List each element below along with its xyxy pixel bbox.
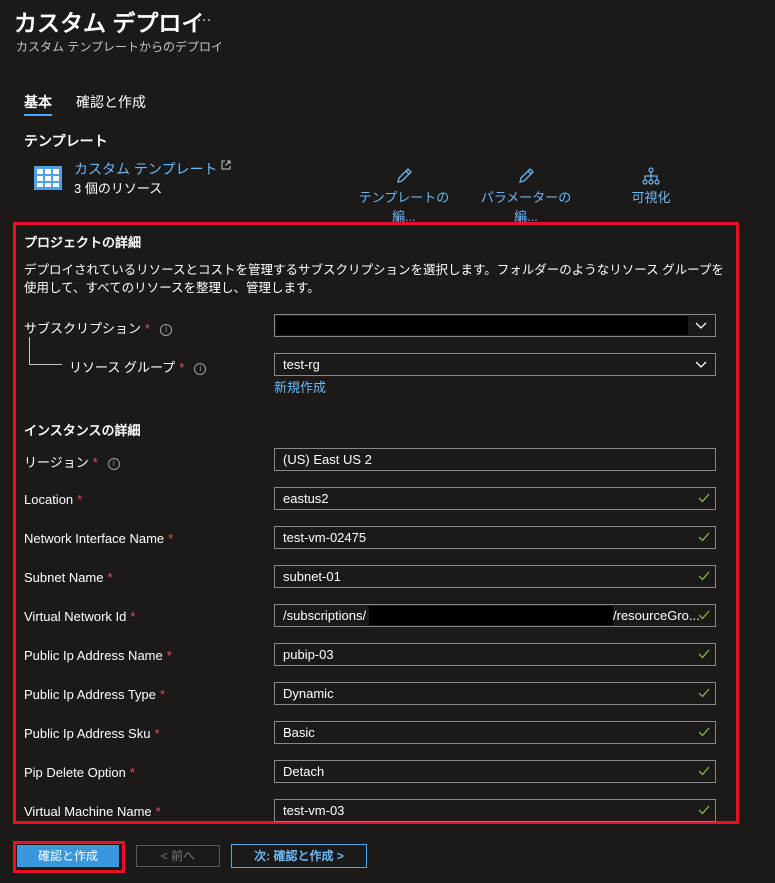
required-mark: * [92,455,98,470]
template-link[interactable]: カスタム テンプレート [74,159,231,179]
chevron-down-icon [695,361,707,368]
virtual-machine-name-field[interactable]: test-vm-03 [274,799,716,822]
pip-delete-option-field[interactable]: Detach [274,760,716,783]
tree-connector [29,337,30,364]
subscription-label: サブスクリプション * i [24,318,173,337]
pip-delete-option-label: Pip Delete Option * [24,765,135,780]
region-field[interactable]: (US) East US 2 [274,448,716,471]
template-icon [34,166,62,190]
more-options-icon[interactable]: … [196,8,213,26]
network-interface-name-field[interactable]: test-vm-02475 [274,526,716,549]
subnet-name-field[interactable]: subnet-01 [274,565,716,588]
visualize-label: 可視化 [631,190,671,205]
checkmark-icon [698,532,710,542]
redacted-value [276,316,688,335]
checkmark-icon [698,493,710,503]
public-ip-address-name-field[interactable]: pubip-03 [274,643,716,666]
region-label: リージョン * i [24,452,120,471]
virtual-machine-name-label: Virtual Machine Name * [24,804,161,819]
required-mark: * [130,609,136,624]
create-new-link[interactable]: 新規作成 [274,377,326,396]
location-label: Location * [24,492,83,507]
edit-template-button[interactable]: テンプレートの編... [356,167,452,225]
project-details-heading: プロジェクトの詳細 [24,235,142,250]
pencil-icon [397,168,412,183]
redacted-value [369,606,613,625]
resource-group-select[interactable]: test-rg [274,353,716,376]
hierarchy-icon [642,167,660,185]
network-interface-name-label: Network Interface Name * [24,531,174,546]
tree-connector [29,364,62,365]
edit-parameters-button[interactable]: パラメーターの編... [478,167,574,225]
chevron-down-icon [695,322,707,329]
checkmark-icon [698,649,710,659]
tab-basics[interactable]: 基本 [24,92,52,112]
template-name[interactable]: カスタム テンプレート [74,161,217,177]
checkmark-icon [698,766,710,776]
review-create-button[interactable]: 確認と作成 [17,845,119,867]
location-field[interactable]: eastus2 [274,487,716,510]
virtual-network-id-label: Virtual Network Id * [24,609,136,624]
info-icon[interactable]: i [194,363,207,375]
template-heading: テンプレート [24,133,108,149]
page-title: カスタム デプロイ [14,10,205,36]
instance-details-heading: インスタンスの詳細 [24,423,141,438]
previous-button[interactable]: < 前へ [136,845,220,867]
required-mark: * [166,648,172,663]
external-link-icon [221,160,231,170]
edit-template-label: テンプレートの編... [358,190,450,224]
checkmark-icon [698,610,710,620]
active-tab-indicator [24,114,52,116]
public-ip-address-sku-label: Public Ip Address Sku * [24,726,160,741]
required-mark: * [160,687,166,702]
public-ip-address-type-label: Public Ip Address Type * [24,687,166,702]
info-icon[interactable]: i [160,324,173,336]
required-mark: * [107,570,113,585]
resource-group-label: リソース グループ * i [69,357,207,376]
required-mark: * [179,360,185,375]
virtual-network-id-suffix: /resourceGro... [613,608,700,623]
template-resource-count: 3 個のリソース [74,181,163,196]
public-ip-address-type-field[interactable]: Dynamic [274,682,716,705]
page-subtitle: カスタム テンプレートからのデプロイ [16,40,223,54]
virtual-network-id-field[interactable]: /subscriptions/ /resourceGro... [274,604,716,627]
info-icon[interactable]: i [107,458,120,470]
edit-parameters-label: パラメーターの編... [480,190,572,224]
subnet-name-label: Subnet Name * [24,570,113,585]
next-review-create-button[interactable]: 次: 確認と作成 > [231,844,367,868]
subscription-select[interactable] [274,314,716,337]
required-mark: * [129,765,135,780]
required-mark: * [168,531,174,546]
required-mark: * [155,804,161,819]
project-description: デプロイされているリソースとコストを管理するサブスクリプションを選択します。フォ… [24,263,724,295]
public-ip-address-sku-field[interactable]: Basic [274,721,716,744]
tab-review-create[interactable]: 確認と作成 [76,92,146,112]
required-mark: * [77,492,83,507]
checkmark-icon [698,688,710,698]
required-mark: * [145,321,151,336]
checkmark-icon [698,571,710,581]
checkmark-icon [698,805,710,815]
pencil-icon [519,168,534,183]
checkmark-icon [698,727,710,737]
visualize-button[interactable]: 可視化 [622,167,680,206]
public-ip-address-name-label: Public Ip Address Name * [24,648,172,663]
required-mark: * [154,726,160,741]
